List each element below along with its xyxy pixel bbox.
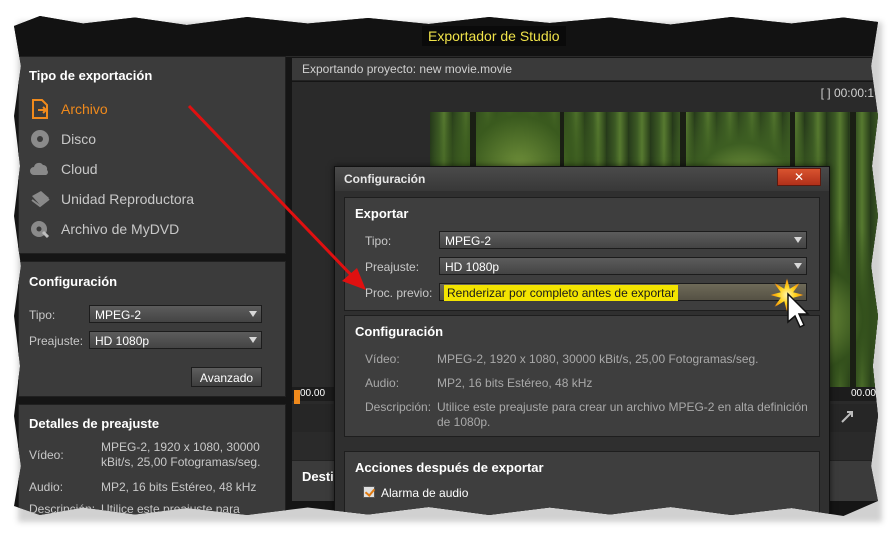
annotation-arrow bbox=[187, 104, 366, 290]
studio-exporter-window: Exportador de Studio Tipo de exportación… bbox=[14, 16, 878, 516]
